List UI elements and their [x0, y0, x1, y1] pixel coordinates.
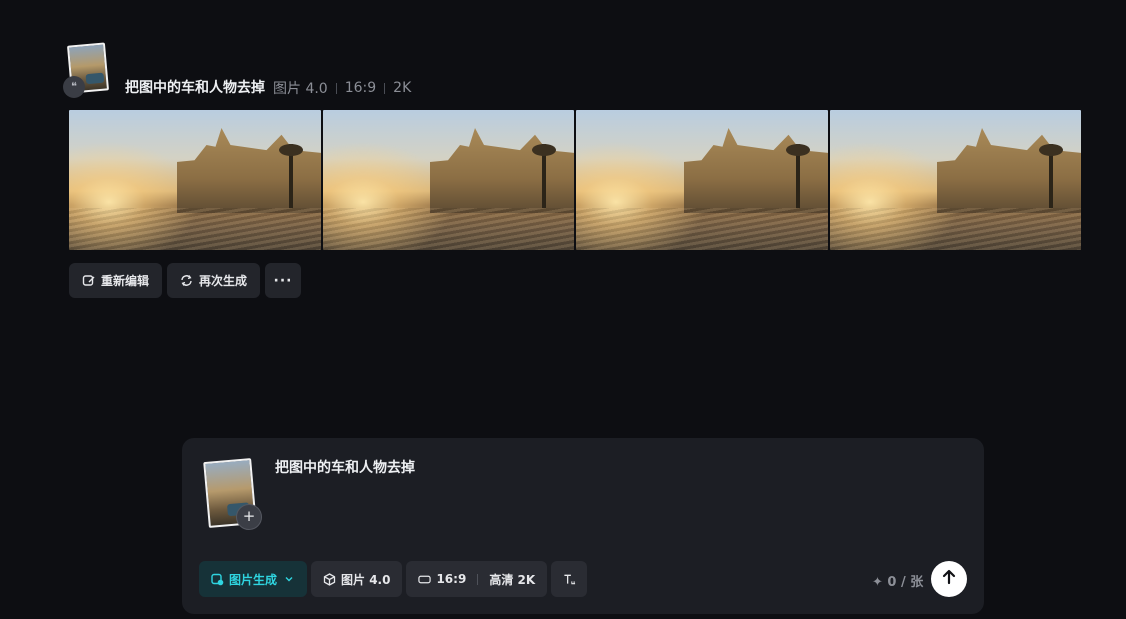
size-divider: [477, 573, 479, 585]
aspect-ratio-icon: [418, 573, 432, 586]
text-icon: [563, 573, 576, 586]
reedit-label: 重新编辑: [101, 274, 150, 288]
reference-thumbnail[interactable]: ❝: [63, 42, 110, 98]
reedit-button[interactable]: 重新编辑: [69, 263, 163, 298]
add-image-button[interactable]: +: [236, 504, 262, 530]
ground-shape: [322, 208, 574, 250]
result-actions: 重新编辑 再次生成 ···: [69, 263, 302, 298]
building-shape: [430, 128, 574, 213]
model-label: 图片 4.0: [341, 572, 391, 587]
prompt-composer: + 把图中的车和人物去掉 图片生成 图片 4.0 16:9 高清 2K ✦ 0 …: [182, 438, 984, 614]
building-shape: [176, 128, 321, 213]
lamp-shape: [1039, 144, 1063, 208]
size-selector[interactable]: 16:9 高清 2K: [406, 561, 548, 597]
ground-shape: [829, 208, 1081, 250]
chevron-down-icon: [282, 573, 295, 586]
ground-shape: [69, 208, 321, 250]
result-image[interactable]: [69, 110, 321, 250]
text-format-button[interactable]: [551, 561, 588, 597]
mode-selector[interactable]: 图片生成: [199, 561, 308, 597]
send-button[interactable]: [931, 561, 967, 597]
ground-shape: [576, 208, 828, 250]
refresh-icon: [180, 274, 193, 287]
building-shape: [683, 128, 828, 213]
task-resolution: 2K: [393, 80, 412, 96]
lamp-shape: [278, 144, 303, 208]
regenerate-button[interactable]: 再次生成: [167, 263, 261, 298]
composer-toolbar: 图片生成 图片 4.0 16:9 高清 2K: [199, 561, 588, 597]
meta-divider: [384, 82, 386, 94]
uploaded-reference[interactable]: +: [203, 458, 262, 530]
arrow-up-icon: [941, 569, 957, 589]
building-shape: [937, 128, 1081, 213]
cube-icon: [323, 572, 336, 586]
task-prompt: 把图中的车和人物去掉: [125, 80, 265, 96]
task-model: 图片 4.0: [273, 81, 328, 97]
more-button[interactable]: ···: [265, 263, 302, 298]
mode-label: 图片生成: [229, 572, 278, 587]
result-gallery: [69, 110, 1081, 250]
lamp-shape: [532, 144, 556, 208]
quote-icon: ❝: [63, 76, 85, 98]
image-generate-icon: [211, 573, 224, 586]
credit-cost: ✦ 0 / 张: [872, 575, 924, 590]
ratio-label: 16:9: [436, 572, 467, 586]
task-header: ❝ 把图中的车和人物去掉 图片 4.0 16:9 2K: [63, 42, 668, 98]
model-selector[interactable]: 图片 4.0: [311, 561, 403, 597]
result-image[interactable]: [322, 110, 574, 250]
meta-divider: [335, 82, 337, 94]
task-meta: 图片 4.0 16:9 2K: [273, 78, 411, 98]
edit-icon: [82, 274, 95, 287]
more-icon: ···: [273, 272, 293, 289]
lamp-shape: [785, 144, 810, 208]
result-image[interactable]: [829, 110, 1081, 250]
quality-label: 高清 2K: [489, 572, 536, 587]
regenerate-label: 再次生成: [199, 274, 248, 288]
task-ratio: 16:9: [344, 80, 377, 96]
prompt-input[interactable]: 把图中的车和人物去掉: [275, 457, 415, 477]
result-image[interactable]: [576, 110, 828, 250]
